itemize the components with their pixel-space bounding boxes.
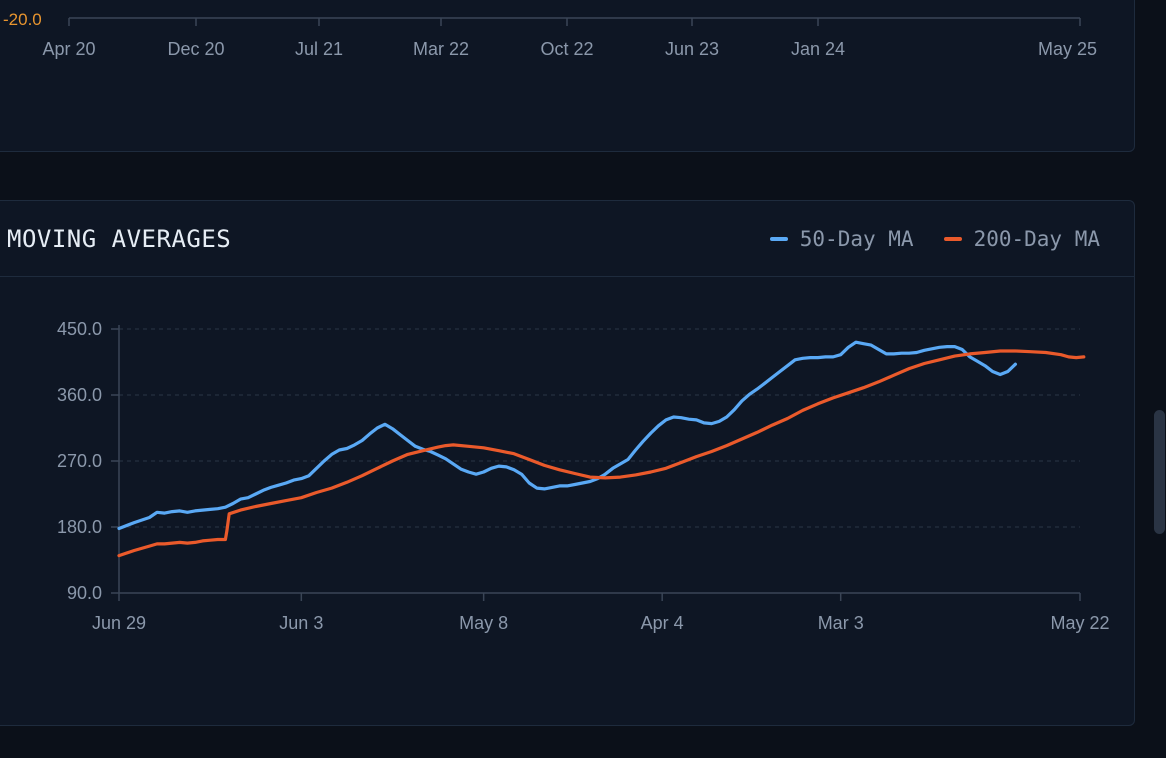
series-line-50-day-ma <box>117 340 1018 531</box>
x-tick-label: Oct 22 <box>540 39 593 59</box>
y-tick-label: -20.0 <box>3 10 42 29</box>
y-tick-label: 450.0 <box>57 319 102 339</box>
x-tick-label: Jan 24 <box>791 39 845 59</box>
x-tick-label: Mar 3 <box>818 613 864 633</box>
x-tick-label: Apr 4 <box>641 613 684 633</box>
x-tick-label: May 25 <box>1038 39 1097 59</box>
x-tick-label: Dec 20 <box>167 39 224 59</box>
scrollbar-track[interactable] <box>1152 0 1166 758</box>
moving-averages-chart: 90.0 180.0 270.0 360.0 450.0 Jun 29 Jun 3 May 8… <box>57 319 1110 633</box>
y-tick-label: 180.0 <box>57 517 102 537</box>
x-tick-label: Apr 20 <box>42 39 95 59</box>
x-tick-label: May 22 <box>1050 613 1109 633</box>
moving-averages-panel: MOVING AVERAGES 50-Day MA 200-Day MA 90.… <box>0 200 1135 726</box>
x-tick-label: Jun 29 <box>92 613 146 633</box>
y-tick-label: 90.0 <box>67 583 102 603</box>
price-chart-panel: -20.0 Apr 20 Dec 20 Jul 21 Mar 22 Oct 22 Jun 2… <box>0 0 1135 152</box>
price-chart: -20.0Apr 20 Dec 20 Jul 21 Mar 22 Oct 22 Jun 2… <box>3 10 1097 59</box>
x-tick-label: May 8 <box>459 613 508 633</box>
x-tick-label: Jun 23 <box>665 39 719 59</box>
x-tick-label: Mar 22 <box>413 39 469 59</box>
scrollbar-thumb[interactable] <box>1154 410 1165 534</box>
y-tick-label: 270.0 <box>57 451 102 471</box>
y-tick-label: 360.0 <box>57 385 102 405</box>
series-line-200-day-ma <box>117 349 1086 558</box>
x-tick-label: Jun 3 <box>279 613 323 633</box>
x-tick-label: Jul 21 <box>295 39 343 59</box>
